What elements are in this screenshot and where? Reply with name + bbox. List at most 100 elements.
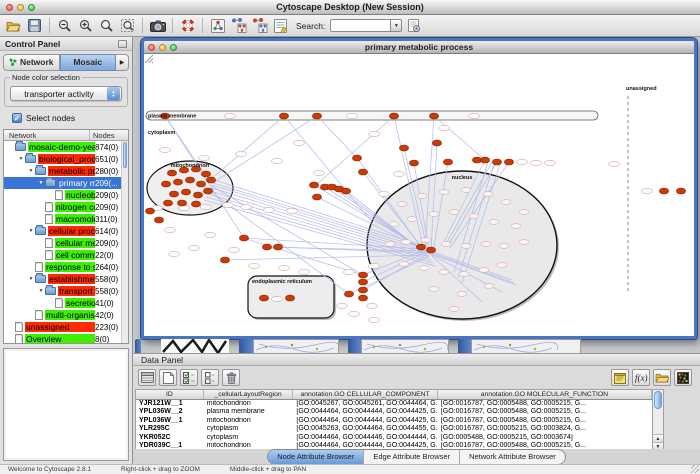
tree-row[interactable]: nitrogen compo209(0) [4,201,128,213]
graph-node[interactable] [312,113,321,119]
node-label-oval[interactable] [421,238,431,243]
background-window-fragment[interactable] [239,339,253,353]
node-label-oval[interactable] [369,317,380,322]
graph-node[interactable] [173,179,182,185]
graph-node[interactable] [399,145,408,151]
scroll-up-icon[interactable]: ▲ [653,434,663,442]
node-label-oval[interactable] [642,188,653,193]
open-file-button[interactable] [4,17,23,35]
graph-node[interactable] [443,159,452,165]
help-button[interactable] [178,17,197,35]
node-label-oval[interactable] [399,262,409,267]
tree-scrollbar[interactable] [121,141,128,343]
graph-node[interactable] [344,291,353,297]
background-window-fragment[interactable] [471,339,581,353]
node-label-oval[interactable] [205,232,216,237]
tab-edge-attribute-browser[interactable]: Edge Attribute Browser [363,450,459,464]
table-cell[interactable]: mitochondrion [204,417,294,425]
node-label-oval[interactable] [223,202,234,207]
table-cell[interactable]: mitochondrion [204,400,294,408]
minimize-network-window-icon[interactable] [159,44,166,51]
graph-node[interactable] [169,191,178,197]
background-window-fragment[interactable] [161,339,229,353]
search-settings-button[interactable] [404,17,423,35]
graph-node[interactable] [352,155,361,161]
layout-blue-button[interactable] [229,17,248,35]
tree-row[interactable]: multi-organism pro42(0) [4,309,128,321]
graph-node[interactable] [358,295,367,301]
tree-row[interactable]: Overview8(0) [4,333,128,343]
node-label-oval[interactable] [401,240,411,245]
graph-node[interactable] [206,177,215,183]
network-overview-button[interactable] [208,17,227,35]
create-attribute-button[interactable] [159,369,177,386]
node-label-oval[interactable] [449,307,459,312]
node-label-oval[interactable] [441,242,451,247]
node-label-oval[interactable] [501,200,511,205]
tree-row[interactable]: ▼establishment of lo558(0) [4,273,128,285]
node-label-oval[interactable] [484,284,494,289]
search-dropdown-arrow[interactable]: ▼ [390,19,402,32]
node-label-oval[interactable] [225,113,236,118]
tab-network[interactable]: Network [3,54,60,71]
node-label-oval[interactable] [407,217,417,222]
node-label-oval[interactable] [519,240,529,245]
node-label-oval[interactable] [545,160,556,165]
node-label-oval[interactable] [517,159,528,164]
graph-node[interactable] [309,182,318,188]
table-cell[interactable]: YPL036W__2 [136,408,204,416]
graph-node[interactable] [196,181,205,187]
table-row[interactable]: YLR295Ccytoplasm[GO:0045263, GO:0044464,… [136,425,652,433]
delete-attribute-button[interactable] [222,369,240,386]
zoom-out-button[interactable] [55,17,74,35]
zoom-selected-button[interactable] [118,17,137,35]
graph-node[interactable] [312,194,321,200]
table-cell[interactable]: [GO:0016787, GO:0005215, GO:0003824, G..… [438,425,652,433]
node-label-oval[interactable] [349,311,360,316]
table-column-header[interactable]: ID [136,390,204,399]
graph-edge[interactable] [210,116,284,180]
node-label-oval[interactable] [519,210,529,215]
expand-triangle-icon[interactable]: ▼ [37,288,45,294]
node-label-oval[interactable] [479,268,489,273]
node-label-oval[interactable] [483,192,493,197]
table-cell[interactable]: [GO:0044464, GO:0044444, GO:0044425, G..… [293,417,437,425]
tree-row[interactable]: mosaic-demo-yeast874(0) [4,141,128,153]
table-column-header[interactable]: _cellularLayoutRegion [204,390,294,399]
table-cell[interactable]: [GO:0016787, GO:0005488, GO:0005215, G..… [438,417,652,425]
node-label-oval[interactable] [379,191,390,196]
node-label-oval[interactable] [201,204,212,209]
table-row[interactable]: YPL036W__1mitochondrion[GO:0044464, GO:0… [136,417,652,425]
graph-node[interactable] [193,192,202,198]
table-cell[interactable]: YJR121W__1 [136,400,204,408]
graph-node[interactable] [220,257,229,263]
table-cell[interactable]: [GO:0045263, GO:0044464, GO:0044455, G..… [293,425,437,433]
node-label-oval[interactable] [417,194,427,199]
node-label-oval[interactable] [449,210,459,215]
annotation-button[interactable] [271,17,290,35]
table-cell[interactable]: [GO:0045267, GO:0045261, GO:0044464, G..… [293,400,437,408]
graph-edge[interactable] [434,116,485,160]
node-label-oval[interactable] [609,161,620,166]
node-label-oval[interactable] [531,160,542,165]
node-label-oval[interactable] [459,272,469,277]
tree-row[interactable]: ▼metabolic process280(0) [4,165,128,177]
network-graph[interactable]: plasma membranecytoplasmmitochondrionnuc… [144,54,694,336]
matrix-view-button[interactable] [674,369,692,386]
graph-node[interactable] [273,244,282,250]
background-window-fragment[interactable] [135,339,141,353]
expand-triangle-icon[interactable]: ▼ [27,168,35,174]
background-window-fragment[interactable] [253,339,339,353]
node-label-oval[interactable] [279,265,290,270]
table-column-header[interactable]: annotation.GO CELLULAR_COMPONENT [293,390,437,399]
table-row[interactable]: YJR121W__1mitochondrion[GO:0045267, GO:0… [136,400,652,408]
node-color-select[interactable]: transporter activity ▲▼ [10,86,122,101]
graph-node[interactable] [239,235,248,241]
app-resize-grip[interactable] [691,465,699,473]
node-label-oval[interactable] [469,113,480,118]
graph-node[interactable] [161,181,170,187]
node-label-oval[interactable] [189,245,200,250]
node-label-oval[interactable] [385,242,395,247]
table-cell[interactable]: [GO:0044464, GO:0044444, GO:0044425, G..… [293,408,437,416]
table-scrollbar[interactable]: ▲ ▼ [653,389,664,451]
